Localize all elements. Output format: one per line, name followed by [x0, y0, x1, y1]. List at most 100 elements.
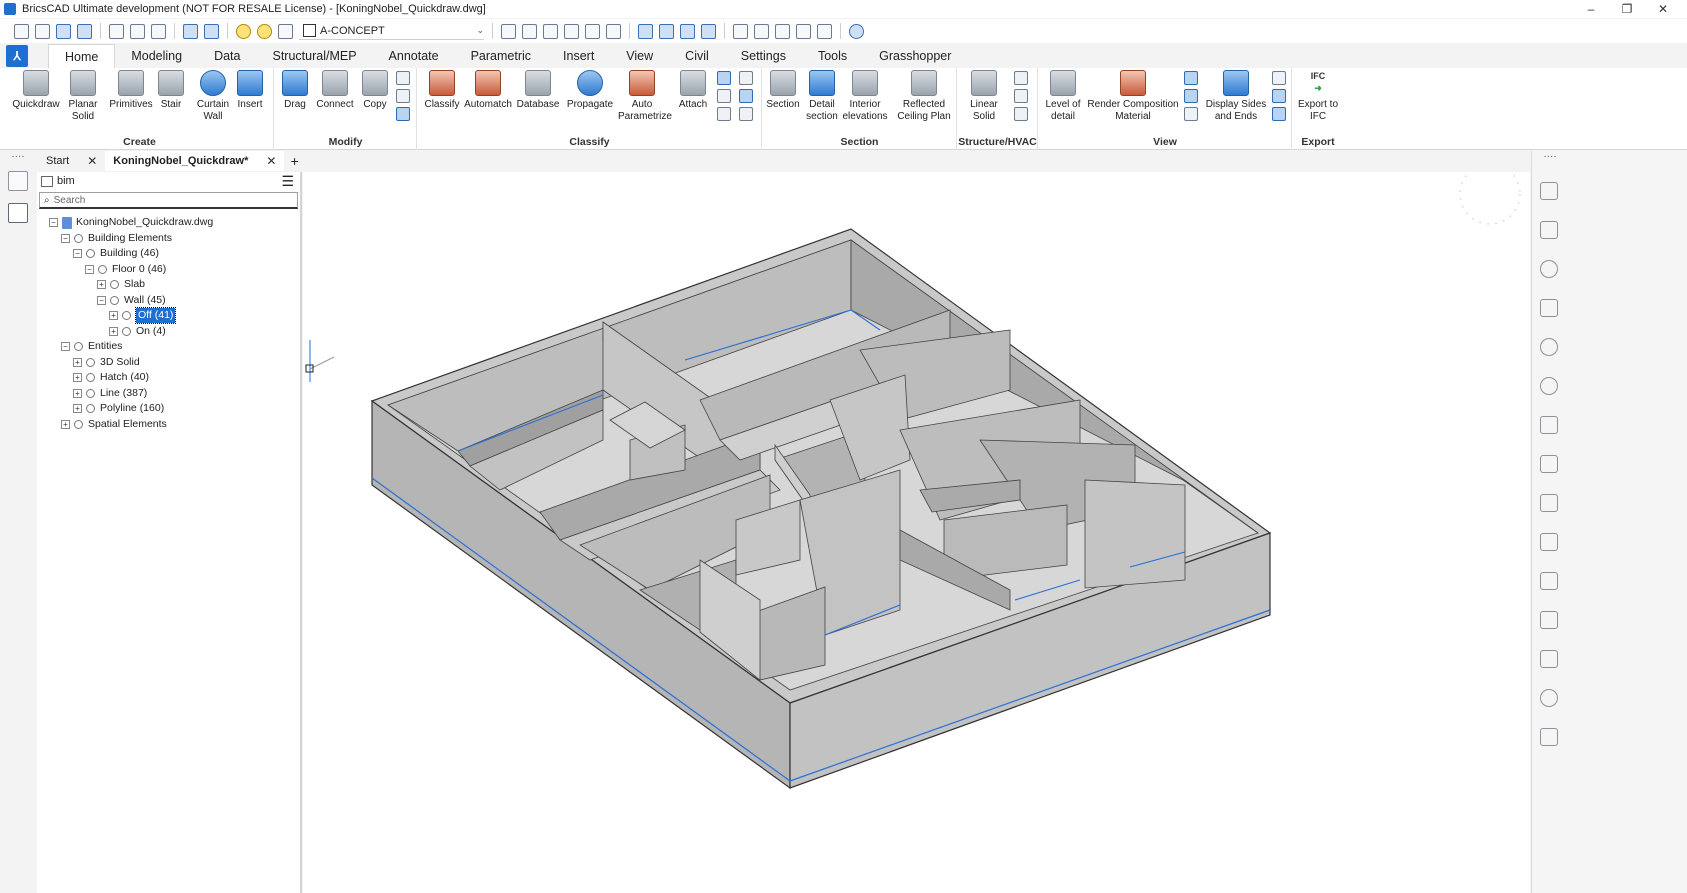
- new-file-icon[interactable]: [14, 23, 29, 39]
- snap-icon[interactable]: [543, 23, 558, 39]
- table-icon[interactable]: [733, 23, 748, 39]
- render-composition-material-button[interactable]: Render Composition Material: [1087, 70, 1179, 123]
- collapse-icon[interactable]: −: [85, 264, 94, 274]
- copy-button[interactable]: Copy: [351, 70, 399, 111]
- polar-icon[interactable]: [606, 23, 621, 39]
- auto-parametrize-button[interactable]: Auto Parametrize: [618, 70, 672, 123]
- print-icon[interactable]: [130, 23, 145, 39]
- expand-icon[interactable]: +: [109, 311, 118, 321]
- automatch-button[interactable]: Automatch: [464, 70, 512, 111]
- interior-elevations-button[interactable]: Interior elevations: [841, 70, 889, 123]
- paperclip-icon[interactable]: [1540, 650, 1558, 668]
- save-as-icon[interactable]: [77, 23, 92, 39]
- expand-icon[interactable]: +: [73, 357, 82, 367]
- expand-icon[interactable]: +: [73, 388, 82, 398]
- expand-icon[interactable]: +: [97, 280, 106, 290]
- display-sides-and-ends-button[interactable]: Display Sides and Ends: [1204, 70, 1268, 123]
- tree-node[interactable]: + Off (41): [37, 307, 300, 325]
- duct-icon[interactable]: [1014, 107, 1028, 121]
- tab-modeling[interactable]: Modeling: [115, 44, 198, 68]
- tab-settings[interactable]: Settings: [725, 44, 802, 68]
- tree-node[interactable]: + On (4): [37, 324, 300, 340]
- cube-icon[interactable]: [1272, 89, 1286, 103]
- tab-tools[interactable]: Tools: [802, 44, 863, 68]
- expand-icon[interactable]: +: [109, 326, 118, 336]
- ortho-icon[interactable]: [585, 23, 600, 39]
- close-icon[interactable]: ✕: [87, 151, 97, 171]
- branch-icon[interactable]: [1540, 182, 1558, 200]
- filter-icon[interactable]: [1184, 71, 1198, 85]
- toggle-icon[interactable]: [1272, 107, 1286, 121]
- view-cube-icon[interactable]: [638, 23, 653, 39]
- select-icon[interactable]: [1184, 107, 1198, 121]
- globe-icon[interactable]: [739, 89, 753, 103]
- properties-icon[interactable]: [796, 23, 811, 39]
- match-properties-icon[interactable]: [501, 23, 516, 39]
- print-preview-icon[interactable]: [109, 23, 124, 39]
- classify-button[interactable]: Classify: [418, 70, 466, 111]
- pin-icon[interactable]: [1540, 728, 1558, 746]
- tab-data[interactable]: Data: [198, 44, 256, 68]
- close-icon[interactable]: ✕: [266, 151, 276, 171]
- quickdraw-button[interactable]: Quickdraw: [12, 70, 60, 111]
- grid-blocks-icon[interactable]: [1540, 611, 1558, 629]
- database-button[interactable]: Database: [514, 70, 562, 111]
- tree-node[interactable]: + Line (387): [37, 386, 300, 402]
- tree-node[interactable]: + Hatch (40): [37, 370, 300, 386]
- paint-brush-icon[interactable]: [1540, 572, 1558, 590]
- table-grid-icon[interactable]: [717, 71, 731, 85]
- linear-solid-button[interactable]: Linear Solid: [960, 70, 1008, 123]
- propagate-button[interactable]: Propagate: [566, 70, 614, 111]
- view-solid-icon[interactable]: [701, 23, 716, 39]
- close-button[interactable]: ✕: [1645, 0, 1681, 18]
- collapse-icon[interactable]: −: [61, 233, 70, 243]
- new-tab-button[interactable]: +: [284, 153, 304, 169]
- layer-lock-icon[interactable]: [278, 23, 293, 39]
- open-file-icon[interactable]: [35, 23, 50, 39]
- expand-icon[interactable]: +: [61, 419, 70, 429]
- mirror-icon[interactable]: [396, 71, 410, 85]
- collapse-icon[interactable]: −: [49, 218, 58, 228]
- layer-dropdown[interactable]: A-CONCEPT ⌄: [299, 22, 484, 40]
- layer-on-icon[interactable]: [236, 23, 251, 39]
- sliders-icon[interactable]: [1540, 299, 1558, 317]
- app-menu-button[interactable]: ⅄: [6, 45, 28, 67]
- level-of-detail-button[interactable]: Level of detail: [1039, 70, 1087, 123]
- hatch-icon[interactable]: [1540, 416, 1558, 434]
- stair-button[interactable]: Stair: [147, 70, 195, 111]
- layers-icon[interactable]: [1540, 455, 1558, 473]
- insert-button[interactable]: Insert: [226, 70, 274, 111]
- home-icon[interactable]: [8, 171, 28, 191]
- reflected-ceiling-plan-button[interactable]: Reflected Ceiling Plan: [893, 70, 955, 123]
- tree-node[interactable]: − Entities: [37, 339, 300, 355]
- tree-node[interactable]: − Floor 0 (46): [37, 262, 300, 278]
- visibility-icon[interactable]: [1184, 89, 1198, 103]
- column-icon[interactable]: [1014, 89, 1028, 103]
- help-icon[interactable]: [849, 23, 864, 39]
- expand-icon[interactable]: +: [73, 404, 82, 414]
- box-icon[interactable]: [1540, 533, 1558, 551]
- layer-thaw-icon[interactable]: [257, 23, 272, 39]
- view-box-icon[interactable]: [659, 23, 674, 39]
- rotate-icon[interactable]: [396, 89, 410, 103]
- export-to-ifc-button[interactable]: IFC ➜ Export to IFC: [1294, 70, 1342, 123]
- doc-tab-koningnobel[interactable]: KoningNobel_Quickdraw* ✕: [105, 151, 285, 171]
- detail-section-button[interactable]: Detail section: [798, 70, 846, 123]
- beam-profile-icon[interactable]: [1540, 494, 1558, 512]
- tab-annotate[interactable]: Annotate: [373, 44, 455, 68]
- spreadsheet-icon[interactable]: [739, 71, 753, 85]
- redo-icon[interactable]: [204, 23, 219, 39]
- grid-lines-icon[interactable]: [739, 107, 753, 121]
- tree-node[interactable]: +3D Solid: [37, 355, 300, 371]
- cloud-icon[interactable]: [1540, 689, 1558, 707]
- tree-config-icon[interactable]: [41, 175, 53, 187]
- image-icon[interactable]: [717, 89, 731, 103]
- tab-view[interactable]: View: [610, 44, 669, 68]
- plot-icon[interactable]: [151, 23, 166, 39]
- undo-icon[interactable]: [183, 23, 198, 39]
- balloon-icon[interactable]: [1540, 338, 1558, 356]
- grid-icon[interactable]: [564, 23, 579, 39]
- sound-icon[interactable]: [1540, 377, 1558, 395]
- tree-node[interactable]: + Slab: [37, 277, 300, 293]
- tree-node[interactable]: − Building Elements: [37, 231, 300, 247]
